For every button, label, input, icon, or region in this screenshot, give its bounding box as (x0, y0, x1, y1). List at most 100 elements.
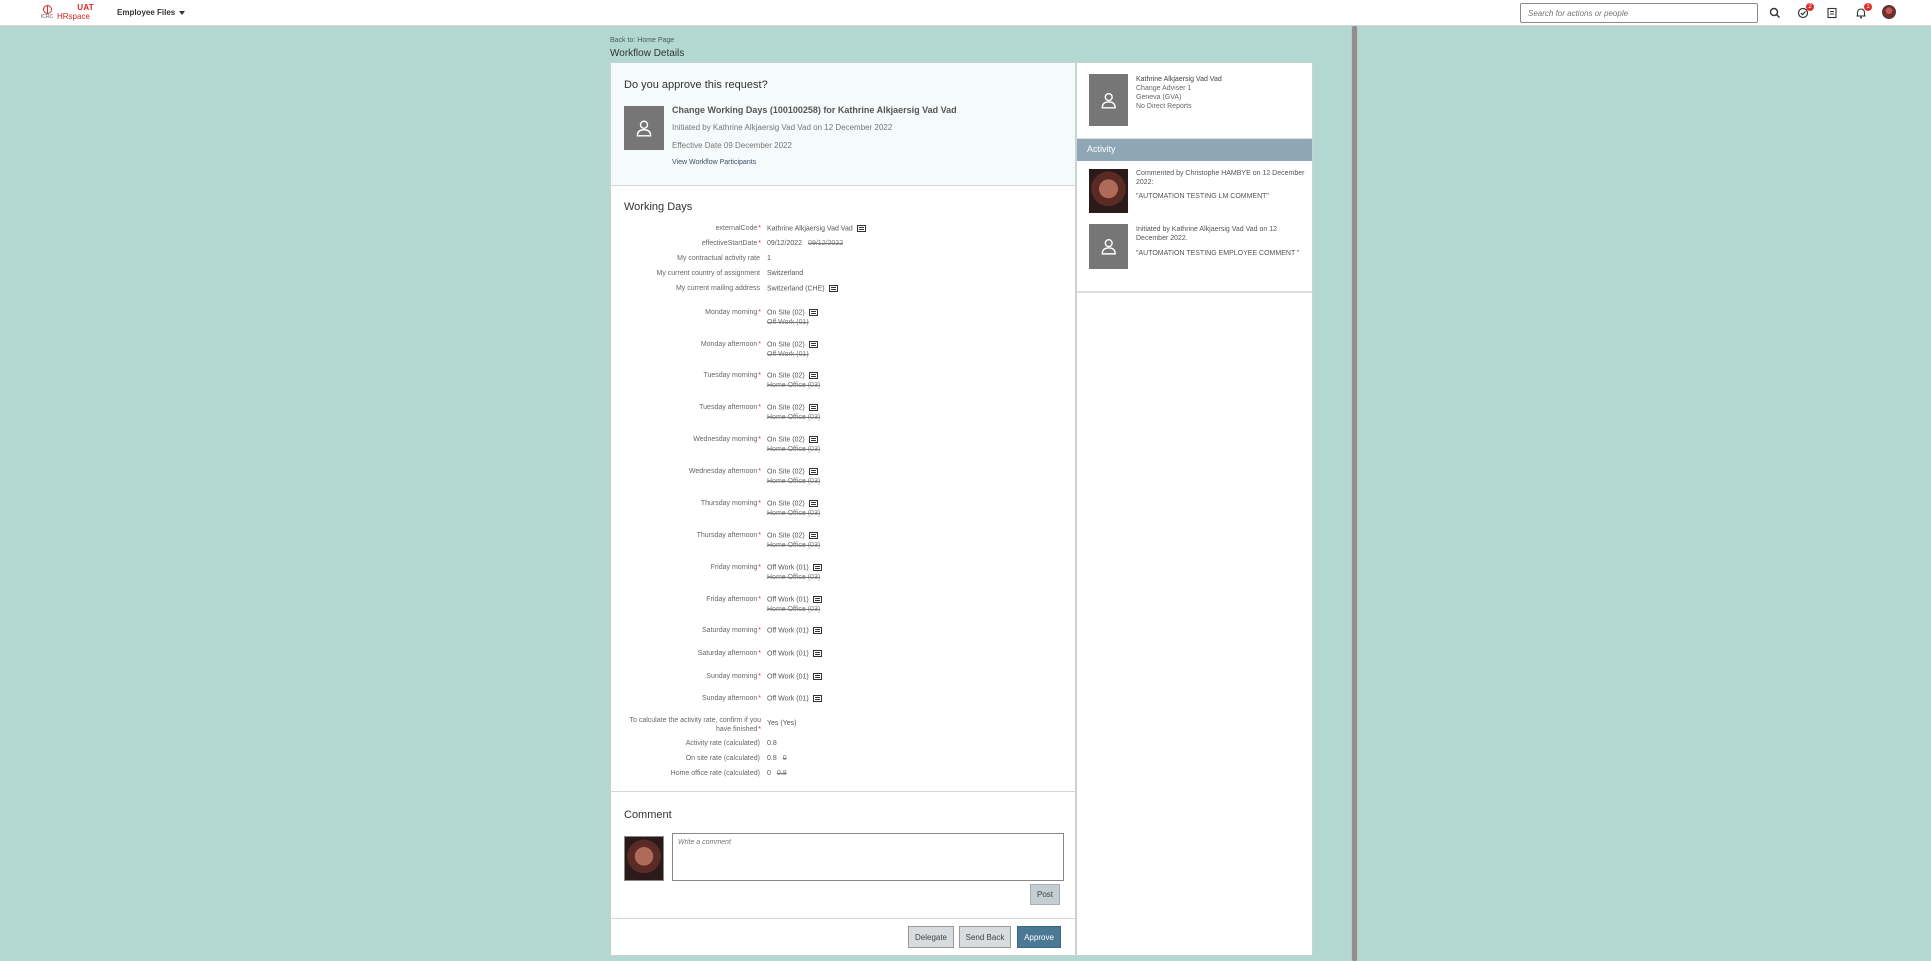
field-label-text: On site rate (calculated) (685, 755, 760, 762)
field-value-text: 09/12/2022 (767, 240, 803, 247)
field-value: 0 0.8 (767, 770, 787, 777)
delegate-button[interactable]: Delegate (908, 926, 954, 948)
field-label-text: Thursday morning (700, 500, 758, 507)
comment-input[interactable] (672, 833, 1064, 881)
attachment-icon[interactable] (812, 596, 822, 603)
scrollbar-thumb[interactable] (1352, 26, 1357, 961)
field-value: On Site (02) (767, 532, 818, 539)
field-value-text: Off Work (01) (767, 673, 809, 681)
attachment-icon[interactable] (856, 225, 866, 232)
field-value: 0.8 (767, 740, 777, 747)
field-previous-value: Home Office (03) (767, 542, 821, 549)
field-label-text: Sunday morning (706, 673, 758, 680)
required-marker: * (758, 309, 761, 316)
field-previous-value: Off Work (01) (767, 319, 809, 326)
send-back-button[interactable]: Send Back (959, 926, 1011, 948)
attachment-icon[interactable] (808, 532, 818, 539)
field-value-text: Kathrine Alkjaersig Vad Vad (767, 225, 853, 233)
required-marker: * (758, 596, 761, 603)
field-value: Kathrine Alkjaersig Vad Vad (767, 225, 866, 232)
attachment-icon[interactable] (808, 372, 818, 379)
field-label: Saturday afternoon* (698, 650, 761, 657)
field-label-text: Monday afternoon (700, 341, 758, 348)
field-previous-value: Home Office (03) (767, 382, 821, 389)
field-label: Thursday morning* (701, 500, 761, 507)
chevron-down-icon (179, 10, 186, 15)
field-value-text: On Site (02) (767, 500, 805, 508)
attachment-icon[interactable] (828, 285, 838, 292)
search-input[interactable] (1520, 3, 1758, 23)
app-logo[interactable]: ICRC UAT HRspace (40, 3, 94, 23)
attachment-icon[interactable] (808, 436, 818, 443)
required-marker: * (758, 673, 761, 680)
attachment-icon[interactable] (808, 468, 818, 475)
field-label-text: Tuesday morning (703, 372, 758, 379)
required-marker: * (758, 341, 761, 348)
field-value: Yes (Yes) (767, 720, 796, 727)
profile-avatar-placeholder (1089, 74, 1128, 126)
view-workflow-participants-link[interactable]: View Workflow Participants (672, 159, 756, 166)
field-label: Tuesday afternoon* (699, 404, 761, 411)
field-label: Activity rate (calculated) (686, 740, 761, 747)
field-previous-value: 0.8 (776, 770, 787, 777)
field-label: To calculate the activity rate, confirm … (621, 716, 762, 734)
field-label-text: Friday afternoon (706, 596, 758, 603)
logo-env-text: UAT (77, 3, 94, 12)
attachment-icon[interactable] (808, 500, 818, 507)
attachment-icon[interactable] (812, 695, 822, 702)
field-value-text: On Site (02) (767, 436, 805, 444)
profile-role: Change Adviser 1 (1136, 85, 1192, 92)
field-label: externalCode* (716, 225, 761, 232)
attachment-icon[interactable] (812, 627, 822, 634)
field-previous-value: Home Office (03) (767, 446, 821, 453)
back-to-home-link[interactable]: Back to: Home Page (610, 37, 674, 44)
attachment-icon[interactable] (808, 341, 818, 348)
activity-item-who: Commented by Christophe HAMBYE on 12 Dec… (1136, 170, 1305, 186)
field-value-text: Switzerland (CHE) (767, 285, 825, 293)
field-value-text: On Site (02) (767, 532, 805, 540)
field-label: effectiveStartDate* (702, 240, 761, 247)
field-label: Friday afternoon* (706, 596, 761, 603)
field-label-text: Activity rate (calculated) (685, 740, 760, 747)
page-scrollbar[interactable] (1351, 26, 1358, 961)
field-previous-value: Home Office (03) (767, 478, 821, 485)
profile-card[interactable]: Kathrine Alkjaersig Vad Vad Change Advis… (1077, 63, 1312, 139)
attachment-icon[interactable] (812, 564, 822, 571)
workflow-main-panel: Do you approve this request? Change Work… (610, 62, 1076, 956)
attachment-icon[interactable] (808, 309, 818, 316)
approve-button[interactable]: Approve (1017, 926, 1061, 948)
field-label: My contractual activity rate (677, 255, 761, 262)
field-label-text: My contractual activity rate (677, 255, 760, 262)
side-panel: Kathrine Alkjaersig Vad Vad Change Advis… (1076, 62, 1313, 956)
attachment-icon[interactable] (808, 404, 818, 411)
field-value-text: Off Work (01) (767, 695, 809, 703)
required-marker: * (758, 372, 761, 379)
user-avatar[interactable] (1882, 5, 1896, 19)
field-value-text: On Site (02) (767, 404, 805, 412)
bell-icon[interactable]: 1 (1854, 3, 1872, 20)
page-title: Workflow Details (610, 48, 685, 59)
search-icon[interactable] (1768, 6, 1782, 20)
requester-avatar-placeholder (624, 106, 664, 150)
field-label: Monday afternoon* (701, 341, 761, 348)
notification-badge: 1 (1864, 3, 1872, 11)
field-label: My current mailing address (676, 285, 761, 292)
field-label: Tuesday morning* (703, 372, 761, 379)
field-value-text: Yes (Yes) (767, 720, 797, 727)
field-label-text: Wednesday morning (693, 436, 758, 443)
field-previous-value: Home Office (03) (767, 414, 821, 421)
field-label: Home office rate (calculated) (671, 770, 761, 777)
approvals-icon[interactable] (1825, 6, 1839, 20)
field-previous-value: Off Work (01) (767, 351, 809, 358)
employee-files-menu[interactable]: Employee Files (117, 8, 186, 17)
todo-icon[interactable]: 2 (1796, 3, 1814, 20)
required-marker: * (758, 627, 761, 634)
attachment-icon[interactable] (812, 673, 822, 680)
activity-item-text: "AUTOMATION TESTING EMPLOYEE COMMENT " (1136, 250, 1300, 257)
field-value-text: On Site (02) (767, 341, 805, 349)
required-marker: * (758, 240, 761, 247)
required-marker: * (758, 404, 761, 411)
post-button[interactable]: Post (1030, 884, 1060, 905)
field-value: On Site (02) (767, 309, 818, 316)
attachment-icon[interactable] (812, 650, 822, 657)
